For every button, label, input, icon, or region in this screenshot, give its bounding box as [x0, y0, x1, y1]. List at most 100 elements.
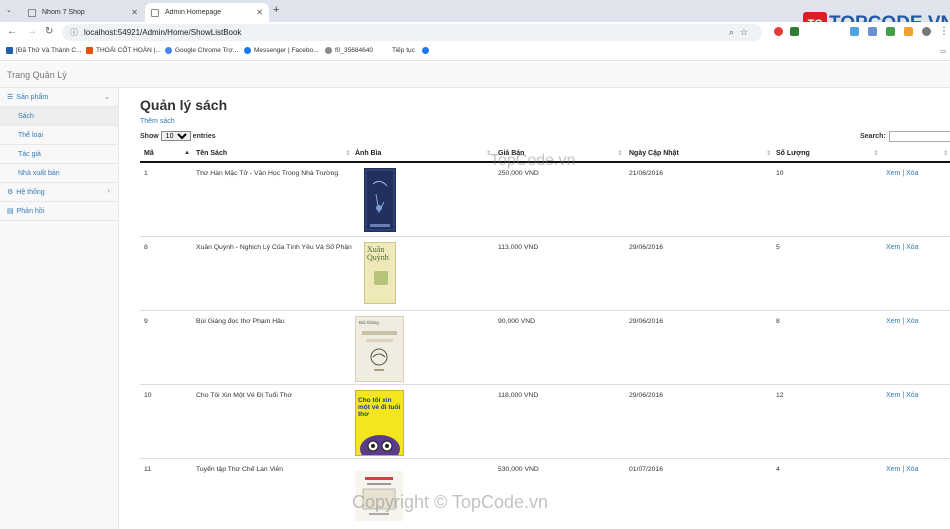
table-row: 11 Tuyển tập Thơ Chế Lan Viên 530,000 VN… — [140, 459, 950, 529]
close-tab-icon[interactable]: ✕ — [131, 8, 138, 17]
sort-asc-icon: ▲ — [184, 150, 190, 156]
app-navbar: Trang Quản Lý — [0, 62, 950, 88]
facebook-icon — [422, 47, 429, 54]
sidebar-section-feedback[interactable]: ▤ Phản hồi — [0, 202, 118, 221]
tab-search-chevron-icon[interactable]: ⌄ — [6, 6, 12, 14]
sidebar-section-label: Hệ thống — [16, 188, 45, 196]
delete-link[interactable]: Xóa — [906, 170, 918, 177]
cell-price: 118,000 VND — [498, 392, 539, 399]
book-cover-image: Xuân Quỳnh — [364, 242, 396, 304]
table-row: 8 Xuân Quỳnh - Nghịch Lý Của Tình Yêu Và… — [140, 237, 950, 311]
site-info-icon[interactable]: ⓘ — [70, 27, 78, 38]
view-link[interactable]: Xem — [886, 170, 900, 177]
table-search: Search: — [860, 131, 950, 142]
extension-orange-icon[interactable] — [904, 27, 913, 36]
book-cover-image: Cho tôi xin một vé đi tuổi thơ — [355, 390, 404, 456]
forward-arrow-icon[interactable]: → — [27, 26, 37, 37]
sidebar-item-books[interactable]: Sách — [0, 107, 118, 126]
sidebar-item-publishers[interactable]: Nhà xuất bản — [0, 164, 118, 183]
bookmark-item[interactable]: THOẢI CỐT HOÀN |... — [86, 47, 161, 54]
zoom-icon[interactable]: ⌕ — [729, 27, 740, 37]
cell-id: 1 — [144, 170, 148, 177]
browser-menu-icon[interactable]: ⋮ — [939, 26, 949, 37]
column-header-quantity[interactable]: Số Lượng — [776, 150, 810, 157]
sidebar-item-categories[interactable]: Thể loại — [0, 126, 118, 145]
bookmark-item[interactable]: Messenger | Facebo... — [244, 47, 319, 54]
cell-name: Tuyển tập Thơ Chế Lan Viên — [196, 466, 284, 473]
column-header-updated[interactable]: Ngày Cập Nhật — [629, 150, 679, 157]
cell-name: Cho Tôi Xin Một Vé Đi Tuổi Thơ — [196, 392, 293, 399]
cell-updated: 29/06/2016 — [629, 244, 664, 251]
search-input[interactable] — [888, 131, 950, 142]
address-bar[interactable]: ⓘ localhost:54921/Admin/Home/ShowListBoo… — [62, 24, 762, 41]
delete-link[interactable]: Xóa — [906, 392, 918, 399]
bookmark-label: f0_35684640 — [335, 47, 373, 54]
app-brand[interactable]: Trang Quản Lý — [7, 70, 67, 80]
cell-quantity: 5 — [776, 244, 780, 251]
column-header-name[interactable]: Tên Sách — [196, 150, 227, 157]
cell-quantity: 10 — [776, 170, 784, 177]
new-tab-plus-icon[interactable]: + — [273, 4, 279, 16]
extension-puzzle-icon[interactable] — [868, 27, 877, 36]
browser-tab-admin[interactable]: Admin Homepage ✕ — [145, 3, 269, 22]
bookmark-item[interactable]: Tiếp tục — [392, 47, 415, 54]
extension-green-icon[interactable] — [790, 27, 799, 36]
view-link[interactable]: Xem — [886, 392, 900, 399]
view-link[interactable]: Xem — [886, 466, 900, 473]
sort-both-icon: ⇕ — [486, 151, 492, 157]
column-header-id[interactable]: Mã — [144, 150, 154, 157]
bookmark-star-icon[interactable]: ☆ — [740, 27, 754, 37]
delete-link[interactable]: Xóa — [906, 318, 918, 325]
bookmark-item[interactable]: [Đã Thử Và Thành C... — [6, 47, 82, 54]
profile-avatar-icon[interactable] — [922, 27, 931, 36]
facebook-icon — [244, 47, 251, 54]
sidebar-item-authors[interactable]: Tác giả — [0, 145, 118, 164]
delete-link[interactable]: Xóa — [906, 466, 918, 473]
sidebar-section-products[interactable]: ☰ Sản phẩm ⌄ — [0, 88, 118, 107]
omnibox-tools: ⌕☆ — [729, 27, 754, 38]
sidebar-section-label: Phản hồi — [16, 207, 45, 215]
sidebar-section-system[interactable]: ⚙ Hệ thống ‹ — [0, 183, 118, 202]
close-tab-icon[interactable]: ✕ — [256, 8, 263, 17]
cell-name: Bùi Giáng đọc thơ Phạm Hầu — [196, 318, 285, 325]
bookmark-item[interactable]: Google Chrome Trợ... — [165, 47, 238, 54]
back-arrow-icon[interactable]: ← — [7, 26, 17, 37]
bookmark-item[interactable]: f0_35684640 — [325, 47, 373, 54]
entries-length-select[interactable]: 10 — [160, 131, 191, 141]
column-header-price[interactable]: Giá Bán — [498, 150, 524, 157]
admin-sidebar: ☰ Sản phẩm ⌄ Sách Thể loại Tác giả Nhà x… — [0, 88, 119, 529]
cover-illustration — [360, 435, 400, 455]
sidebar-section-label: Sản phẩm — [16, 93, 49, 101]
reload-icon[interactable]: ↻ — [45, 26, 53, 37]
bookmark-label: Messenger | Facebo... — [254, 47, 319, 54]
cover-illustration — [362, 331, 397, 371]
address-url[interactable]: localhost:54921/Admin/Home/ShowListBook — [84, 28, 241, 37]
view-link[interactable]: Xem — [886, 244, 900, 251]
cover-title: Xuân Quỳnh — [367, 245, 389, 262]
cell-updated: 01/07/2016 — [629, 466, 664, 473]
row-actions: Xem | Xóa — [886, 244, 919, 251]
row-actions: Xem | Xóa — [886, 392, 919, 399]
extension-blue-icon[interactable] — [850, 27, 859, 36]
cover-title: Bùi Giáng — [359, 320, 379, 325]
tab-title: Nhom 7 Shop — [42, 9, 85, 16]
table-row: 1 Thơ Hàn Mặc Tử - Văn Học Trong Nhà Trư… — [140, 163, 950, 237]
extension-download-icon[interactable] — [886, 27, 895, 36]
length-suffix: entries — [192, 132, 216, 140]
row-actions: Xem | Xóa — [886, 466, 919, 473]
sort-both-icon: ⇕ — [345, 151, 351, 157]
bookmark-item[interactable] — [422, 47, 432, 54]
cell-quantity: 8 — [776, 318, 780, 325]
column-header-cover[interactable]: Ảnh Bìa — [355, 150, 381, 157]
cell-name: Xuân Quỳnh - Nghịch Lý Của Tình Yêu Và S… — [196, 244, 352, 251]
add-book-link[interactable]: Thêm sách — [140, 118, 175, 125]
cell-id: 10 — [144, 392, 152, 399]
extension-red-icon[interactable] — [774, 27, 783, 36]
view-link[interactable]: Xem — [886, 318, 900, 325]
browser-tab-nhom7[interactable]: Nhom 7 Shop ✕ — [22, 3, 144, 22]
bookmarks-folder-icon[interactable]: ▭ — [940, 47, 946, 55]
bookmark-label: THOẢI CỐT HOÀN |... — [96, 47, 161, 54]
entries-length-control: Show 10 entries — [140, 131, 216, 141]
delete-link[interactable]: Xóa — [906, 244, 918, 251]
sort-both-icon: ⇕ — [766, 151, 772, 157]
